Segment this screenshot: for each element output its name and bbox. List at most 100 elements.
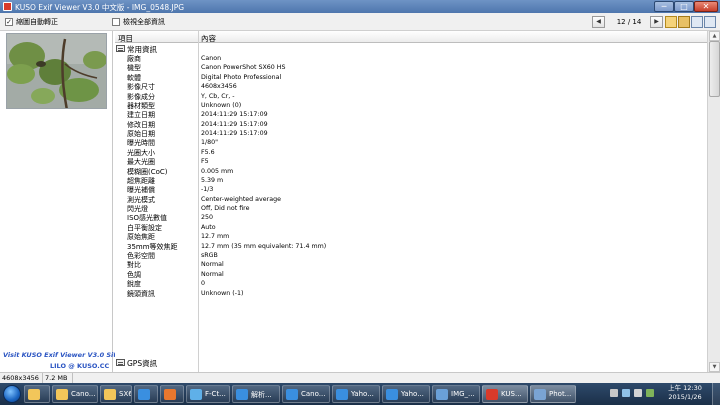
exif-field-value: 250 — [201, 214, 214, 222]
exif-info-grid: 項目 內容 常用資訊 廠商 Canon 機型 Canon PowerShot SX60… — [115, 31, 707, 372]
taskbar-clock[interactable]: 上午 12:30 2015/1/26 — [665, 384, 705, 402]
ie-icon — [236, 389, 248, 400]
show-desktop-button[interactable] — [712, 383, 720, 405]
folder-icon[interactable] — [678, 16, 690, 28]
taskbar-item[interactable]: Cano... — [52, 385, 98, 403]
exif-field-value: Digital Photo Professional — [201, 73, 282, 81]
exif-row[interactable]: 色調 Normal — [115, 270, 707, 279]
title-bar[interactable]: KUSO Exif Viewer V3.0 中文版 - IMG_0548.JPG… — [0, 0, 720, 13]
exif-row[interactable]: 曝光時間 1/80" — [115, 138, 707, 147]
security-icon[interactable] — [646, 389, 654, 397]
exif-row[interactable]: ISO感光數值 250 — [115, 213, 707, 222]
folder-icon — [56, 389, 68, 400]
section-title: GPS資訊 — [127, 359, 158, 368]
taskbar-item[interactable]: Phot... — [530, 385, 576, 403]
taskbar-item-label: Cano... — [71, 390, 96, 398]
start-button[interactable] — [3, 385, 21, 403]
status-file-size: 7.2 MB — [45, 374, 68, 382]
exif-row[interactable]: 測光模式 Center-weighted average — [115, 195, 707, 204]
exif-field-name: 鏡頭資訊 — [127, 289, 155, 298]
next-image-button[interactable]: ▶ — [650, 16, 663, 28]
taskbar-item-label: Yaho... — [401, 390, 424, 398]
exif-field-value: 2014:11:29 15:17:09 — [201, 130, 268, 138]
exif-row[interactable]: 銳度 0 — [115, 279, 707, 288]
tray-arrow-icon[interactable] — [610, 389, 618, 397]
exif-row[interactable]: 鏡頭資訊 Unknown (-1) — [115, 289, 707, 298]
taskbar-item[interactable]: F-Ct... — [186, 385, 230, 403]
exif-row[interactable]: 白平衡設定 Auto — [115, 223, 707, 232]
taskbar-item[interactable]: Cano... — [282, 385, 330, 403]
exif-field-value: 4608x3456 — [201, 83, 237, 91]
exif-row[interactable]: 影像尺寸 4608x3456 — [115, 82, 707, 91]
exif-field-value: Normal — [201, 270, 224, 278]
vertical-scrollbar[interactable]: ▲ ▼ — [707, 31, 720, 372]
exif-field-value: F5.6 — [201, 148, 215, 156]
exif-row[interactable]: 最大光圈 F5 — [115, 157, 707, 166]
exif-row[interactable]: 影像成分 Y, Cb, Cr, - — [115, 92, 707, 101]
taskbar-item[interactable]: Yaho... — [382, 385, 430, 403]
taskbar-item[interactable]: Yaho... — [332, 385, 380, 403]
volume-icon[interactable] — [634, 389, 642, 397]
exif-row[interactable]: 色彩空間 sRGB — [115, 251, 707, 260]
exif-field-value: F5 — [201, 158, 209, 166]
exif-row[interactable]: 原始日期 2014:11:29 15:17:09 — [115, 129, 707, 138]
scroll-up-arrow-icon[interactable]: ▲ — [709, 31, 720, 41]
exif-row[interactable]: 超焦距離 5.39 m — [115, 176, 707, 185]
minimize-button[interactable]: ─ — [654, 1, 674, 12]
section-common-info[interactable]: 常用資訊 — [115, 43, 707, 54]
checkbox-box[interactable] — [112, 18, 120, 26]
auto-rotate-checkbox[interactable]: ✓ 縮圖自動轉正 — [5, 17, 58, 27]
scroll-down-arrow-icon[interactable]: ▼ — [709, 362, 720, 372]
ie-icon — [286, 389, 298, 400]
exif-row[interactable]: 模糊圈(CoC) 0.005 mm — [115, 167, 707, 176]
save-icon[interactable] — [691, 16, 703, 28]
exif-field-value: Unknown (-1) — [201, 289, 244, 297]
taskbar-item-label: F-Ct... — [205, 390, 226, 398]
visit-site-link[interactable]: Visit KUSO Exif Viewer V3.0 Site — [3, 351, 121, 359]
close-button[interactable]: ✕ — [694, 1, 718, 12]
exif-row[interactable]: 35mm等效焦距 12.7 mm (35 mm equivalent: 71.4 … — [115, 242, 707, 251]
taskbar-item[interactable] — [24, 385, 50, 403]
exif-field-value: 1/80" — [201, 139, 219, 147]
exif-field-value: 0.005 mm — [201, 167, 234, 175]
exif-row[interactable]: 建立日期 2014:11:29 15:17:09 — [115, 110, 707, 119]
exif-row[interactable]: 器材類型 Unknown (0) — [115, 101, 707, 110]
photo-thumbnail — [6, 33, 107, 109]
previous-image-button[interactable]: ◀ — [592, 16, 605, 28]
taskbar: 上午 12:30 2015/1/26 Cano... SX60 F-Ct... 解析.… — [0, 383, 720, 405]
exif-row[interactable]: 光圈大小 F5.6 — [115, 148, 707, 157]
exif-row[interactable]: 曝光補償 -1/3 — [115, 185, 707, 194]
exif-field-value: Y, Cb, Cr, - — [201, 92, 235, 100]
taskbar-item-label: IMG_... — [451, 390, 475, 398]
exif-field-value: Auto — [201, 223, 216, 231]
taskbar-item[interactable]: IMG_... — [432, 385, 480, 403]
thumbnail-pane: Visit KUSO Exif Viewer V3.0 Site LILO @ … — [0, 31, 121, 372]
exif-field-value: 5.39 m — [201, 176, 224, 184]
exif-field-value: Center-weighted average — [201, 195, 281, 203]
taskbar-item[interactable] — [134, 385, 158, 403]
taskbar-item[interactable]: 解析... — [232, 385, 280, 403]
auto-rotate-label: 縮圖自動轉正 — [16, 18, 58, 26]
taskbar-item[interactable]: SX60 — [100, 385, 132, 403]
exif-row[interactable]: 閃光燈 Off, Did not fire — [115, 204, 707, 213]
open-folder-icon[interactable] — [665, 16, 677, 28]
exif-row[interactable]: 機型 Canon PowerShot SX60 HS — [115, 63, 707, 72]
taskbar-item[interactable] — [160, 385, 184, 403]
exif-field-value: 0 — [201, 280, 206, 288]
section-gps-info[interactable]: GPS資訊 — [115, 357, 707, 368]
status-bar: 4608x3456 7.2 MB — [0, 372, 720, 383]
exif-row[interactable]: 軟體 Digital Photo Professional — [115, 73, 707, 82]
checkbox-box[interactable]: ✓ — [5, 18, 13, 26]
scrollbar-thumb[interactable] — [709, 41, 720, 97]
exif-row[interactable]: 對比 Normal — [115, 260, 707, 269]
exif-row[interactable]: 修改日期 2014:11:29 15:17:09 — [115, 120, 707, 129]
exif-row[interactable]: 原始焦距 12.7 mm — [115, 232, 707, 241]
exif-field-value: Off, Did not fire — [201, 205, 250, 213]
taskbar-item[interactable]: KUS... — [482, 385, 528, 403]
maximize-button[interactable]: □ — [674, 1, 694, 12]
info-icon[interactable] — [704, 16, 716, 28]
exif-row[interactable]: 廠商 Canon — [115, 54, 707, 63]
show-all-checkbox[interactable]: 檢視全部資訊 — [112, 17, 165, 27]
taskbar-item-label: KUS... — [501, 390, 522, 398]
network-icon[interactable] — [622, 389, 630, 397]
